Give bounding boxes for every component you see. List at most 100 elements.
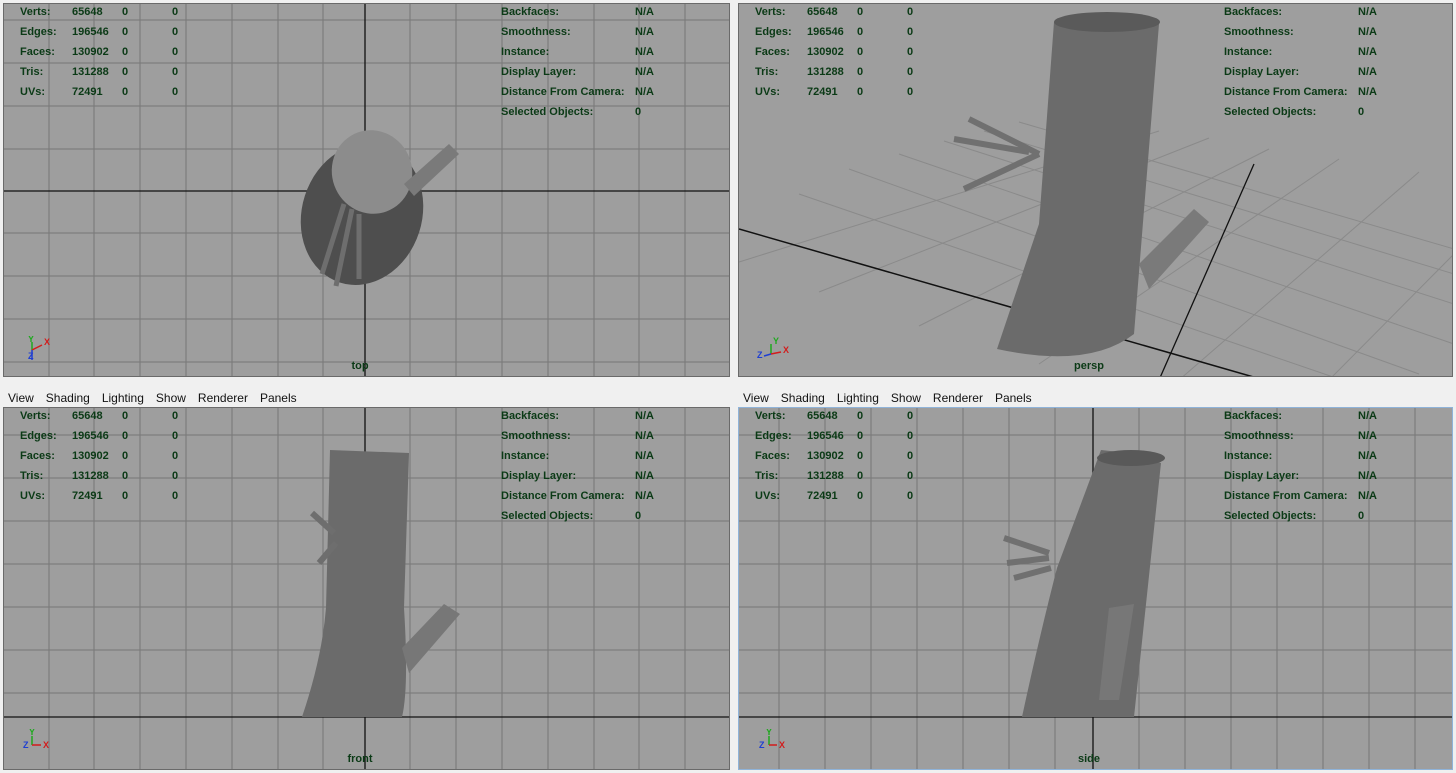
hud-stat-v1: 196546	[72, 430, 109, 442]
viewport-top[interactable]: Verts: 65648 0 0 Edges: 196546 0 0 Faces: 130902 0…	[3, 3, 730, 377]
hud-info-value: N/A	[1358, 430, 1377, 442]
menu-show[interactable]: Show	[154, 391, 188, 405]
axis-z-label: Z	[28, 351, 34, 361]
hud-info-value: 0	[635, 106, 642, 118]
hud-stat-v2: 0	[857, 490, 864, 502]
hud-stat-v2: 0	[122, 490, 129, 502]
hud-stat-v3: 0	[907, 430, 914, 442]
hud-stat-v2: 0	[857, 46, 864, 58]
axis-z-label: Z	[757, 350, 763, 360]
hud-stat-v1: 131288	[807, 470, 844, 482]
panel-side: View Shading Lighting Show Renderer Pane…	[735, 385, 1456, 773]
hud-info-row: Selected Objects: 0	[501, 510, 671, 524]
tree-stump-mesh	[300, 130, 459, 287]
menu-panels[interactable]: Panels	[258, 391, 299, 405]
hud-stat-v1: 196546	[807, 26, 844, 38]
hud-info-label: Smoothness:	[501, 26, 571, 38]
hud-stat-v3: 0	[907, 66, 914, 78]
hud-stat-v1: 65648	[72, 6, 103, 18]
hud-stat-v2: 0	[122, 450, 129, 462]
hud-info-label: Smoothness:	[1224, 26, 1294, 38]
viewport-persp[interactable]: Verts: 65648 0 0 Edges: 196546 0 0 Faces: 130902 0…	[738, 3, 1453, 377]
menu-view[interactable]: View	[6, 391, 36, 405]
menu-view[interactable]: View	[741, 391, 771, 405]
hud-stat-row: Faces: 130902 0 0	[755, 46, 925, 60]
menu-lighting[interactable]: Lighting	[835, 391, 881, 405]
hud-info-value: N/A	[635, 46, 654, 58]
hud-stat-v2: 0	[857, 86, 864, 98]
hud-info-row: Selected Objects: 0	[1224, 510, 1394, 524]
hud-stat-v3: 0	[907, 470, 914, 482]
hud-stat-label: Faces:	[755, 450, 790, 462]
camera-label-persp: persp	[1074, 360, 1104, 372]
panel-front: View Shading Lighting Show Renderer Pane…	[0, 385, 733, 773]
hud-stat-v2: 0	[122, 66, 129, 78]
hud-info-value: N/A	[1358, 26, 1377, 38]
hud-stat-label: Edges:	[20, 430, 57, 442]
hud-info-value: N/A	[1358, 46, 1377, 58]
menu-lighting[interactable]: Lighting	[100, 391, 146, 405]
hud-info-value: 0	[1358, 510, 1365, 522]
hud-info-row: Instance: N/A	[1224, 46, 1394, 60]
hud-stat-label: Verts:	[20, 6, 51, 18]
axis-y-label: Y	[29, 729, 35, 737]
viewport-side[interactable]: Verts: 65648 0 0 Edges: 196546 0 0 Faces: 130902 0…	[738, 407, 1453, 770]
menu-shading[interactable]: Shading	[779, 391, 827, 405]
hud-info-label: Instance:	[501, 46, 550, 58]
tree-stump-mesh	[953, 12, 1209, 357]
hud-info-label: Instance:	[1224, 450, 1273, 462]
menu-shading[interactable]: Shading	[44, 391, 92, 405]
hud-info-value: N/A	[635, 26, 654, 38]
hud-stat-row: Tris: 131288 0 0	[755, 470, 925, 484]
hud-stat-v2: 0	[122, 26, 129, 38]
menu-renderer[interactable]: Renderer	[931, 391, 985, 405]
hud-stat-v1: 72491	[72, 490, 103, 502]
hud-info-label: Smoothness:	[1224, 430, 1294, 442]
hud-stat-row: UVs: 72491 0 0	[20, 86, 190, 100]
hud-info-value: N/A	[1358, 66, 1377, 78]
hud-info-value: N/A	[635, 86, 654, 98]
tree-stump-mesh	[302, 450, 460, 717]
hud-info-value: N/A	[1358, 450, 1377, 462]
hud-info-label: Distance From Camera:	[501, 490, 625, 502]
menu-show[interactable]: Show	[889, 391, 923, 405]
hud-stat-label: UVs:	[755, 490, 781, 502]
hud-stat-v1: 65648	[807, 410, 838, 422]
hud-info-label: Backfaces:	[1224, 410, 1283, 422]
hud-stat-v1: 130902	[807, 450, 844, 462]
hud-info-value: N/A	[635, 6, 654, 18]
hud-info-row: Display Layer: N/A	[501, 66, 671, 80]
hud-stat-label: Verts:	[755, 6, 786, 18]
hud-info-label: Display Layer:	[501, 470, 577, 482]
axis-gizmo-top: Y X Z	[28, 336, 50, 361]
hud-info-row: Backfaces: N/A	[1224, 410, 1394, 424]
camera-label-top: top	[351, 360, 369, 372]
hud-stat-row: Verts: 65648 0 0	[755, 410, 925, 424]
hud-stat-v3: 0	[907, 410, 914, 422]
menu-renderer[interactable]: Renderer	[196, 391, 250, 405]
hud-info-label: Selected Objects:	[501, 106, 594, 118]
viewport-front[interactable]: Verts: 65648 0 0 Edges: 196546 0 0 Faces: 130902 0…	[3, 407, 730, 770]
menu-panels[interactable]: Panels	[993, 391, 1034, 405]
hud-stat-v1: 131288	[72, 470, 109, 482]
hud-info-label: Backfaces:	[1224, 6, 1283, 18]
axis-y-label: Y	[766, 729, 772, 737]
hud-stat-row: Edges: 196546 0 0	[20, 430, 190, 444]
hud-stat-label: Faces:	[20, 46, 55, 58]
axis-y-label: Y	[28, 336, 34, 344]
hud-stat-v2: 0	[857, 470, 864, 482]
hud-stat-row: UVs: 72491 0 0	[755, 490, 925, 504]
hud-info-label: Selected Objects:	[1224, 510, 1317, 522]
tree-stump-mesh	[1003, 450, 1165, 717]
hud-info-label: Selected Objects:	[1224, 106, 1317, 118]
hud-stat-v2: 0	[122, 46, 129, 58]
hud-info-value: N/A	[635, 410, 654, 422]
hud-info-row: Distance From Camera: N/A	[501, 86, 671, 100]
hud-info-label: Smoothness:	[501, 430, 571, 442]
hud-stat-label: UVs:	[20, 490, 46, 502]
hud-stat-label: Tris:	[20, 66, 44, 78]
hud-stat-label: Edges:	[20, 26, 57, 38]
hud-stat-v3: 0	[907, 26, 914, 38]
hud-stat-v2: 0	[857, 430, 864, 442]
hud-stat-v1: 196546	[807, 430, 844, 442]
